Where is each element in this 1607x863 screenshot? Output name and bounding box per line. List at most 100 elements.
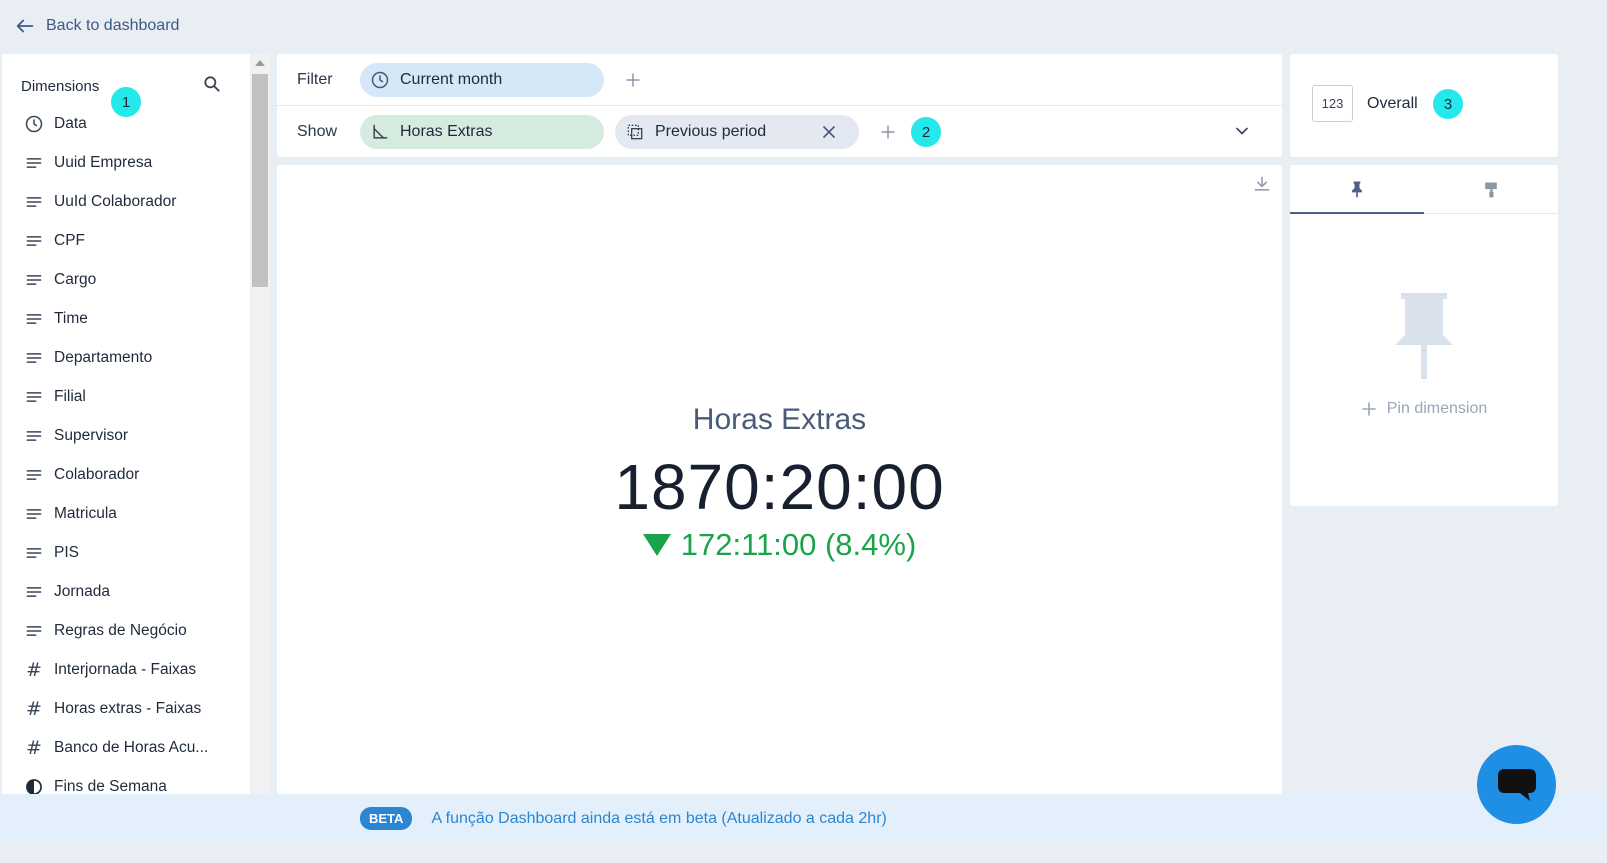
dimension-item[interactable]: Matricula [2,494,250,533]
dimension-label: Matricula [54,504,117,522]
chevron-down-icon[interactable] [1232,121,1252,141]
text-lines-icon [23,347,45,369]
sidebar-title: Dimensions [21,77,100,95]
text-lines-icon [23,308,45,330]
clock-icon [23,113,45,135]
tab-format[interactable] [1424,165,1558,214]
text-lines-icon [23,464,45,486]
query-panel: Filter Current month Show Horas Extras P… [277,54,1282,157]
viz-name: Overall [1367,95,1418,112]
scroll-up-arrow[interactable] [255,60,265,66]
dimension-label: Cargo [54,270,97,288]
add-metric-icon[interactable] [879,123,897,141]
clock-icon [371,71,389,88]
number-viz-button[interactable]: 123 [1312,85,1353,122]
dimension-label: PIS [54,543,79,561]
close-icon[interactable] [819,122,839,142]
dimension-item[interactable]: # Horas extras - Faixas [2,689,250,728]
compare-pill-label: Previous period [655,123,767,140]
kpi-delta: 172:11:00 (8.4%) [277,527,1282,563]
dimension-item[interactable]: Cargo [2,260,250,299]
dimension-label: Departamento [54,348,153,366]
chat-button[interactable] [1477,745,1556,824]
text-lines-icon [23,386,45,408]
dimension-label: Uuid Empresa [54,153,153,171]
search-icon[interactable] [202,74,222,99]
compare-period-icon [627,124,643,140]
dimension-item[interactable]: # Interjornada - Faixas [2,650,250,689]
dimension-label: Supervisor [54,426,129,444]
step-badge-2: 2 [911,117,941,147]
show-label: Show [297,123,338,140]
dimension-item[interactable]: Jornada [2,572,250,611]
metric-pill-label: Horas Extras [400,123,493,140]
dimension-item[interactable]: CPF [2,221,250,260]
step-badge-3: 3 [1433,89,1463,119]
kpi-value: 1870:20:00 [614,451,945,523]
kpi-panel: Horas Extras 1870:20:00 172:11:00 (8.4%) [277,165,1282,794]
dimension-label: Data [54,114,87,132]
sidebar-scrollbar[interactable] [250,54,270,794]
beta-message: A função Dashboard ainda está em beta (A… [431,809,887,827]
text-lines-icon [23,620,45,642]
dimension-label: Time [54,309,88,327]
dimension-item[interactable]: Regras de Negócio [2,611,250,650]
dimension-item[interactable]: # Banco de Horas Acu... [2,728,250,767]
text-lines-icon [23,152,45,174]
text-lines-icon [23,425,45,447]
dimension-item[interactable]: Supervisor [2,416,250,455]
back-to-dashboard-link[interactable]: Back to dashboard [14,15,179,37]
kpi-title: Horas Extras [692,403,867,436]
metric-pill[interactable]: Horas Extras [360,115,604,149]
pin-dimension-label: Pin dimension [1386,400,1488,417]
scroll-thumb[interactable] [252,74,268,287]
pin-icon [1352,181,1362,197]
triangle-down-icon [642,534,671,556]
tab-pin[interactable] [1290,165,1424,214]
dimension-label: Filial [54,387,86,405]
dimension-label: Jornada [54,582,111,600]
compare-pill[interactable]: Previous period [615,115,859,149]
arrow-left-icon [16,19,34,33]
dimension-item[interactable]: PIS [2,533,250,572]
dimension-label: Banco de Horas Acu... [54,738,209,756]
text-lines-icon [23,503,45,525]
filter-label: Filter [297,70,333,88]
dimension-label: Colaborador [54,465,140,483]
add-filter-icon[interactable] [624,71,642,89]
dimension-label: UuId Colaborador [54,192,177,210]
dimension-label: Fins de Semana [54,777,167,795]
bottom-strip [0,843,1607,863]
download-icon[interactable] [1252,174,1272,194]
visualization-selector: 123 Overall 3 [1290,54,1558,157]
angle-ruler-icon [373,124,388,139]
dimension-item[interactable]: Filial [2,377,250,416]
hash-icon: # [26,736,42,759]
text-lines-icon [23,230,45,252]
filter-pill[interactable]: Current month [360,62,604,97]
dimension-item[interactable]: Colaborador [2,455,250,494]
hash-icon: # [26,658,42,681]
dimension-item[interactable]: Departamento [2,338,250,377]
dimension-label: Regras de Negócio [54,621,187,639]
dimension-label: Horas extras - Faixas [54,699,202,717]
pin-panel: Pin dimension [1290,165,1558,506]
filter-row: Filter Current month [277,54,1282,106]
top-bar: Back to dashboard [0,0,1607,52]
paint-roller-icon [1485,182,1497,197]
dimension-item[interactable]: Uuid Empresa [2,143,250,182]
dimension-item[interactable]: Fins de Semana [2,767,250,794]
pin-dimension-button[interactable]: Pin dimension [1290,400,1558,418]
text-lines-icon [23,269,45,291]
dimension-item[interactable]: Time [2,299,250,338]
step-badge-1: 1 [111,87,141,117]
dimension-label: Interjornada - Faixas [54,660,197,678]
plus-icon [1361,402,1376,416]
dimension-item[interactable]: UuId Colaborador [2,182,250,221]
dimensions-sidebar: Dimensions Data Uuid Empresa UuId Colabora… [2,54,250,794]
large-pin-icon [1395,293,1453,379]
beta-footer: BETA A função Dashboard ainda está em be… [0,794,1607,843]
half-circle-icon [23,776,45,794]
filter-pill-label: Current month [400,70,503,88]
text-lines-icon [23,581,45,603]
